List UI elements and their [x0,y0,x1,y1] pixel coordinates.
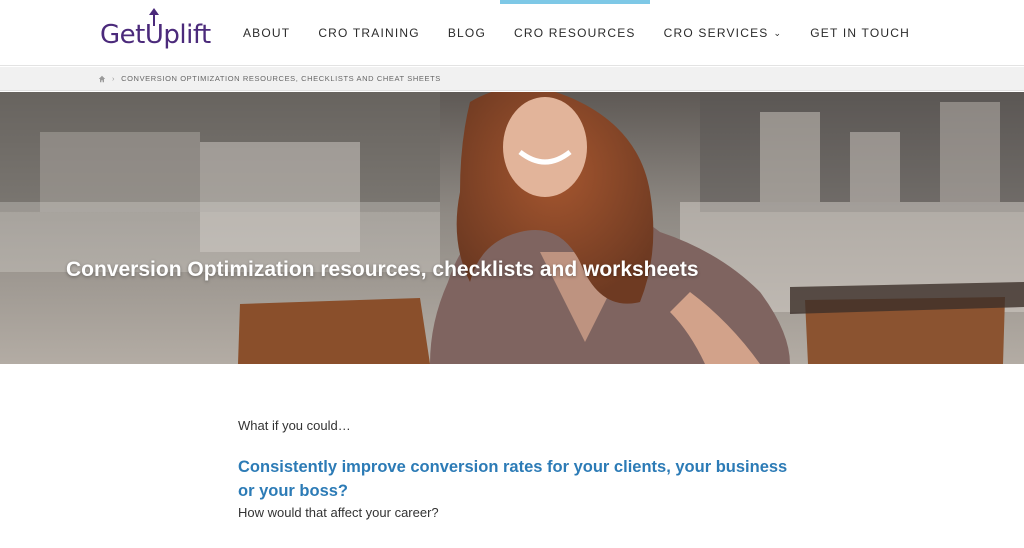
hero-background-photo [0,92,1024,364]
home-icon[interactable] [98,75,106,83]
breadcrumb: › CONVERSION OPTIMIZATION RESOURCES, CHE… [0,67,1024,91]
nav-cro-resources[interactable]: CRO RESOURCES [500,0,650,66]
hero-banner: Conversion Optimization resources, check… [0,92,1024,364]
main-content: What if you could… Consistently improve … [238,418,798,520]
headline: Consistently improve conversion rates fo… [238,458,788,500]
subheadline: How would that affect your career? [238,505,439,520]
nav-blog-label: BLOG [447,26,486,40]
breadcrumb-separator: › [112,74,116,83]
nav-cro-training-label: CRO TRAINING [318,26,420,40]
nav-about-label: ABOUT [242,26,291,40]
breadcrumb-current: CONVERSION OPTIMIZATION RESOURCES, CHECK… [121,74,441,83]
logo-text-get: Get [100,20,145,50]
main-nav: ABOUT CRO TRAINING BLOG CRO RESOURCES CR… [229,0,924,66]
nav-get-in-touch[interactable]: GET IN TOUCH [796,0,924,66]
hero-title: Conversion Optimization resources, check… [66,258,699,281]
logo-arrow-icon [149,8,160,26]
nav-cro-services[interactable]: CRO SERVICES ⌄ [650,0,797,66]
logo-text-plift: plift [163,20,211,50]
double-chevron-down-icon: ⌄ [773,27,783,38]
nav-cro-resources-label: CRO RESOURCES [514,26,636,40]
nav-cro-training[interactable]: CRO TRAINING [304,0,434,66]
nav-get-in-touch-label: GET IN TOUCH [810,26,910,40]
logo-letter-u: U [145,8,164,50]
nav-blog[interactable]: BLOG [434,0,500,66]
site-header: Get Uplift ABOUT CRO TRAINING BLOG CRO RE… [0,0,1024,66]
nav-about[interactable]: ABOUT [229,0,304,66]
intro-text: What if you could… [238,418,351,433]
getuplift-logo[interactable]: Get Uplift [100,8,211,50]
nav-cro-services-label: CRO SERVICES [663,26,769,40]
